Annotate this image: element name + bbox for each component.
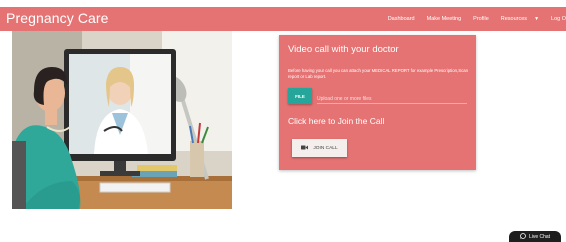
file-upload-button[interactable]: FILE <box>288 88 312 104</box>
nav-make-meeting[interactable]: Make Meeting <box>427 16 462 22</box>
live-chat-label: Live Chat <box>528 233 551 240</box>
video-call-card: Video call with your doctor Before havin… <box>279 35 476 170</box>
page: Pregnancy Care Dashboard Make Meeting Pr… <box>0 0 566 242</box>
caret-down-icon: ▼ <box>534 16 540 22</box>
nav-resources-label: Resources <box>500 16 528 22</box>
video-call-illustration <box>12 31 232 209</box>
file-path-input[interactable] <box>317 94 467 104</box>
join-call-heading: Click here to Join the Call <box>288 116 385 126</box>
card-title: Video call with your doctor <box>288 44 399 55</box>
nav-dashboard[interactable]: Dashboard <box>388 16 415 22</box>
nav-links: Dashboard Make Meeting Profile Resources… <box>376 7 566 31</box>
video-camera-icon <box>301 145 309 152</box>
card-description: Before having your call you can attach y… <box>288 68 468 79</box>
join-call-button[interactable]: JOIN CALL <box>292 139 347 157</box>
nav-profile[interactable]: Profile <box>473 16 489 22</box>
whatsapp-icon <box>520 232 526 241</box>
join-call-label: JOIN CALL <box>313 145 338 151</box>
top-navbar: Pregnancy Care Dashboard Make Meeting Pr… <box>0 7 566 31</box>
nav-logout[interactable]: Log O <box>551 16 566 22</box>
nav-resources[interactable]: Resources ▼ <box>501 16 539 22</box>
live-chat-button[interactable]: Live Chat <box>509 231 561 242</box>
brand-logo[interactable]: Pregnancy Care <box>6 10 109 26</box>
